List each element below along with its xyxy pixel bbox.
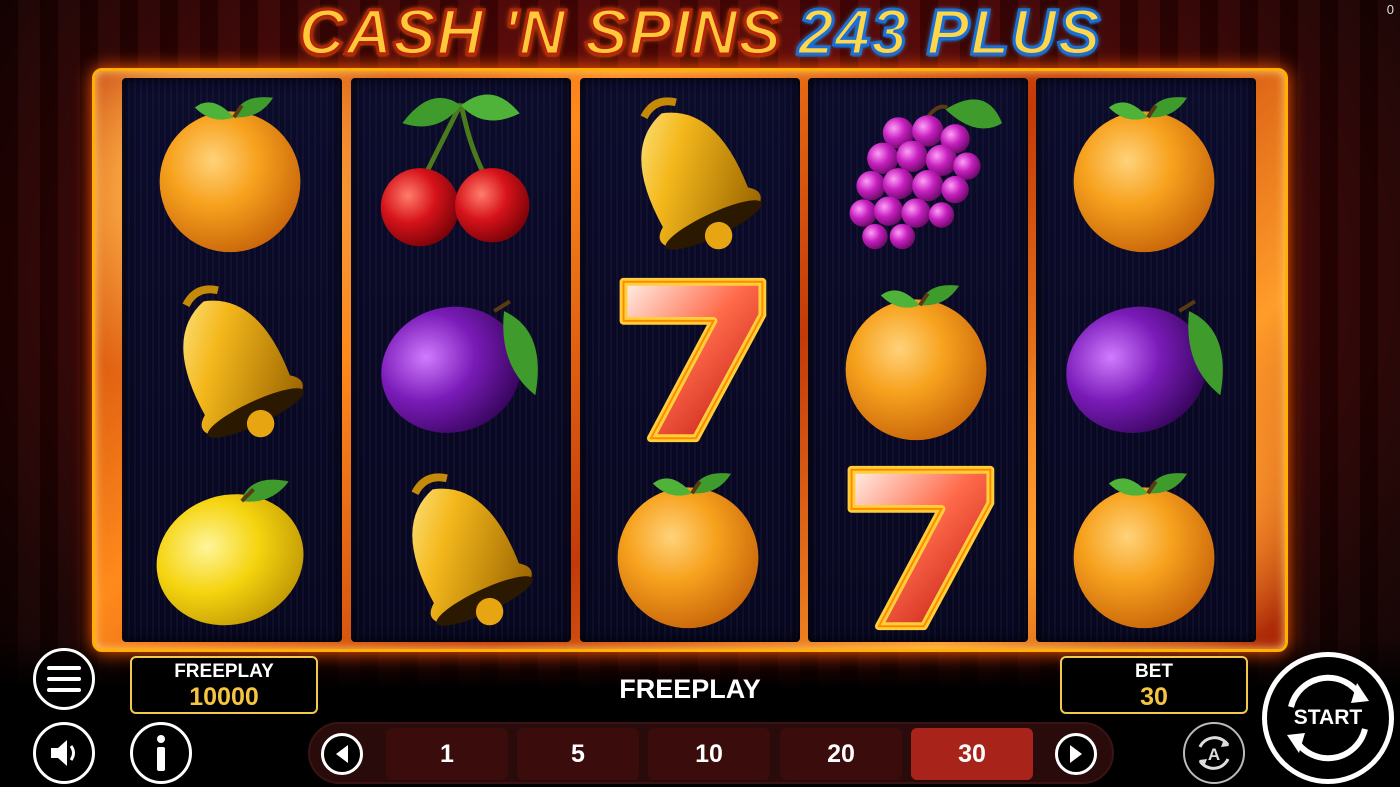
balance-label: FREEPLAY bbox=[174, 661, 274, 682]
bet-option-30[interactable]: 30 bbox=[911, 728, 1033, 780]
lemon-icon bbox=[156, 479, 304, 626]
cherry-icon bbox=[380, 94, 530, 247]
title-part2: 243 PLUS bbox=[797, 0, 1102, 70]
reel-cell bbox=[1036, 78, 1256, 266]
sound-button[interactable] bbox=[33, 722, 95, 784]
plum-icon bbox=[1066, 299, 1223, 433]
reel-5 bbox=[1036, 78, 1256, 642]
orange-icon bbox=[159, 97, 301, 253]
reel-cell bbox=[122, 266, 342, 454]
bell-icon bbox=[182, 285, 304, 438]
reel-cell bbox=[351, 266, 571, 454]
plum-icon bbox=[381, 299, 538, 433]
hamburger-menu-icon bbox=[47, 666, 81, 692]
orange-icon bbox=[1073, 473, 1215, 629]
reel-2 bbox=[351, 78, 571, 642]
bell-icon bbox=[640, 97, 762, 250]
reel-cell bbox=[580, 454, 800, 642]
title-part1: CASH 'N SPINS bbox=[297, 0, 783, 70]
seven-icon bbox=[847, 465, 995, 631]
reel-cell bbox=[122, 78, 342, 266]
bet-option-10[interactable]: 10 bbox=[648, 728, 770, 780]
autoplay-icon: A bbox=[1198, 736, 1230, 770]
bet-box: BET 30 bbox=[1060, 656, 1248, 714]
info-icon bbox=[157, 735, 165, 771]
autoplay-button[interactable]: A bbox=[1183, 722, 1245, 784]
reel-cell bbox=[351, 78, 571, 266]
reel-cell bbox=[122, 454, 342, 642]
speaker-icon bbox=[51, 740, 75, 766]
orange-icon bbox=[845, 285, 987, 441]
balance-value: 10000 bbox=[189, 683, 259, 711]
menu-button[interactable] bbox=[33, 648, 95, 710]
bet-option-5[interactable]: 5 bbox=[517, 728, 639, 780]
left-arrow-icon bbox=[336, 745, 348, 763]
orange-icon bbox=[617, 473, 759, 629]
bet-next-button[interactable] bbox=[1055, 733, 1097, 775]
game-title: CASH 'N SPINS 243 PLUS bbox=[0, 0, 1400, 70]
bet-value: 30 bbox=[1140, 683, 1168, 711]
reel-cell bbox=[808, 78, 1028, 266]
bet-prev-button[interactable] bbox=[321, 733, 363, 775]
reel-3 bbox=[580, 78, 800, 642]
status-text: FREEPLAY bbox=[619, 674, 761, 704]
grapes-icon bbox=[849, 99, 1003, 250]
reel-cell bbox=[1036, 266, 1256, 454]
seven-icon bbox=[619, 277, 767, 443]
bet-option-1[interactable]: 1 bbox=[386, 728, 508, 780]
right-arrow-icon bbox=[1070, 745, 1082, 763]
reel-cell bbox=[1036, 454, 1256, 642]
bet-option-20[interactable]: 20 bbox=[780, 728, 902, 780]
start-button[interactable]: START bbox=[1262, 652, 1394, 784]
bet-label: BET bbox=[1135, 661, 1173, 682]
reel-cell bbox=[808, 454, 1028, 642]
reel-cell bbox=[351, 454, 571, 642]
balance-box: FREEPLAY 10000 bbox=[130, 656, 318, 714]
reel-cell bbox=[580, 266, 800, 454]
orange-icon bbox=[1073, 97, 1215, 253]
info-button[interactable] bbox=[130, 722, 192, 784]
start-label: START bbox=[1293, 706, 1363, 729]
reel-1 bbox=[122, 78, 342, 642]
reel-cell bbox=[580, 78, 800, 266]
svg-text:A: A bbox=[1208, 745, 1220, 764]
reel-4 bbox=[808, 78, 1028, 642]
reel-cell bbox=[808, 266, 1028, 454]
bell-icon bbox=[411, 473, 533, 626]
